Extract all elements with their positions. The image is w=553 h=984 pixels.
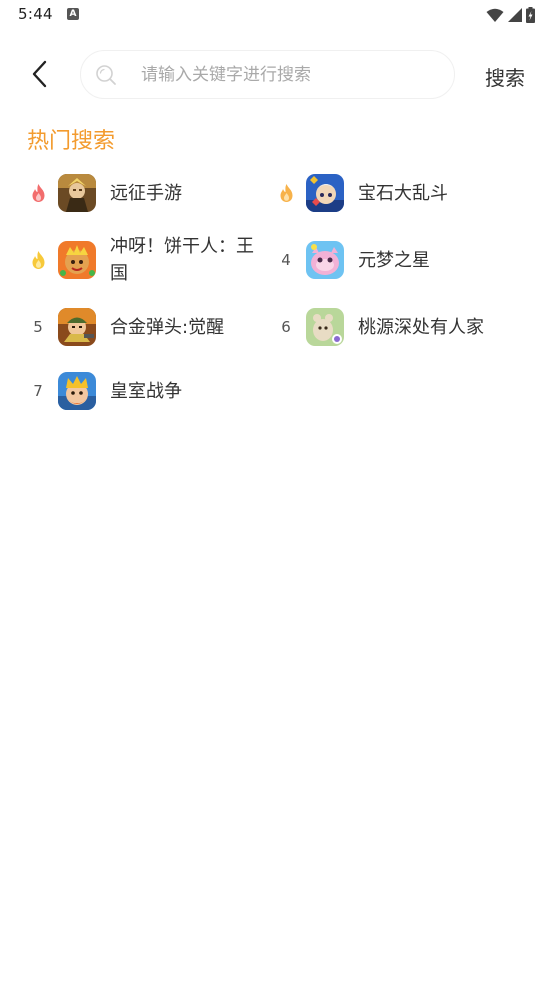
app-icon-clashroyale <box>58 372 96 410</box>
item-name: 皇室战争 <box>110 380 182 402</box>
rank-number: 5 <box>33 318 43 336</box>
flame-icon <box>32 251 44 269</box>
hot-item-7[interactable]: 7 皇室战争 <box>28 372 182 410</box>
app-icon-baoshi <box>306 174 344 212</box>
search-icon <box>96 65 116 85</box>
item-name: 合金弹头:觉醒 <box>110 316 225 338</box>
item-name: 冲呀！饼干人：王国 <box>110 236 254 284</box>
item-name: 元梦之星 <box>358 249 430 271</box>
hot-item-3[interactable]: 冲呀！饼干人：王国 <box>28 233 268 287</box>
rank-number: 6 <box>281 318 291 336</box>
rank-number: 7 <box>33 382 43 400</box>
status-time: 5:44 <box>18 5 53 23</box>
app-icon-yuanmeng <box>306 241 344 279</box>
app-icon-taoyuan <box>306 308 344 346</box>
search-button[interactable]: 搜索 <box>485 62 525 91</box>
wifi-icon <box>486 8 504 22</box>
rank-flame-3 <box>28 250 48 270</box>
hot-item-2[interactable]: 宝石大乱斗 <box>276 174 448 212</box>
battery-icon <box>526 7 535 23</box>
hot-search-title: 热门搜索 <box>27 129 116 154</box>
rank-flame-1 <box>28 183 48 203</box>
hot-item-5[interactable]: 5 合金弹头:觉醒 <box>28 308 224 346</box>
item-name: 宝石大乱斗 <box>358 182 448 204</box>
back-button[interactable] <box>24 58 56 90</box>
item-name: 远征手游 <box>110 182 182 204</box>
signal-icon <box>508 8 522 22</box>
search-input[interactable] <box>139 51 439 98</box>
status-bar: 5:44 A <box>0 0 553 30</box>
hot-item-6[interactable]: 6 桃源深处有人家 <box>276 308 484 346</box>
chevron-left-icon <box>32 60 47 88</box>
notification-icon: A <box>67 8 79 20</box>
status-icons <box>486 6 535 24</box>
app-icon-cookierun <box>58 241 96 279</box>
search-box[interactable] <box>80 50 455 99</box>
app-icon-metalslug <box>58 308 96 346</box>
item-name: 桃源深处有人家 <box>358 316 484 338</box>
hot-item-4[interactable]: 4 元梦之星 <box>276 241 430 279</box>
app-icon-yuanzheng <box>58 174 96 212</box>
flame-icon <box>280 184 292 202</box>
rank-flame-2 <box>276 183 296 203</box>
rank-number: 4 <box>281 251 291 269</box>
flame-icon <box>32 184 44 202</box>
hot-item-1[interactable]: 远征手游 <box>28 174 182 212</box>
